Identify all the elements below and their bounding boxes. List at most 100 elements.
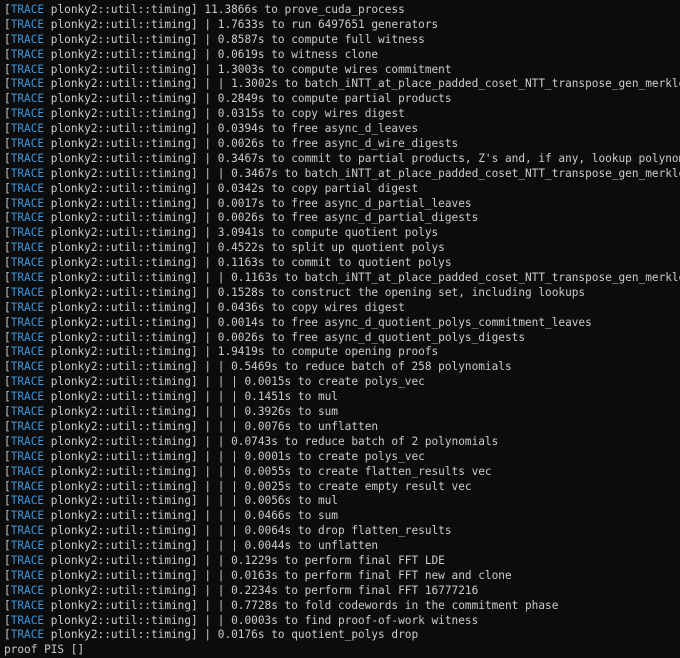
log-level: TRACE	[10, 271, 45, 285]
log-line: [TRACE plonky2::util::timing] | 0.0315s …	[4, 107, 680, 122]
log-level: TRACE	[10, 419, 45, 433]
bracket-close: ]	[191, 137, 205, 151]
separator	[44, 509, 51, 522]
log-level: TRACE	[10, 345, 45, 359]
log-level: TRACE	[10, 613, 45, 627]
log-target: plonky2::util::timing	[50, 241, 192, 255]
separator	[44, 539, 51, 552]
log-level: TRACE	[10, 151, 45, 165]
bracket-open: [	[4, 479, 11, 493]
bracket-open: [	[4, 285, 11, 299]
log-level: TRACE	[10, 77, 45, 91]
separator	[44, 152, 51, 165]
bracket-open: [	[4, 583, 11, 597]
log-line: [TRACE plonky2::util::timing] | | | 0.00…	[4, 480, 680, 495]
bracket-close: ]	[191, 285, 205, 299]
log-message: | | | 0.0056s to mul	[204, 494, 338, 508]
bracket-open: [	[4, 256, 11, 270]
log-target: plonky2::util::timing	[50, 553, 192, 567]
log-message: | | | 0.0001s to create polys_vec	[204, 449, 425, 463]
log-line: [TRACE plonky2::util::timing] | 1.7633s …	[4, 18, 680, 33]
log-level: TRACE	[10, 568, 45, 582]
log-level: TRACE	[10, 539, 45, 553]
log-message: | 0.2849s to compute partial products	[204, 92, 452, 106]
log-line: [TRACE plonky2::util::timing] | | | 0.00…	[4, 450, 680, 465]
bracket-close: ]	[191, 107, 205, 121]
bracket-open: [	[4, 17, 11, 31]
log-target: plonky2::util::timing	[50, 628, 192, 642]
log-line: [TRACE plonky2::util::timing] | | | 0.14…	[4, 390, 680, 405]
log-line: [TRACE plonky2::util::timing] | 1.9419s …	[4, 345, 680, 360]
bracket-close: ]	[191, 449, 205, 463]
log-target: plonky2::util::timing	[50, 62, 192, 76]
log-target: plonky2::util::timing	[50, 151, 192, 165]
log-line: [TRACE plonky2::util::timing] | | | 0.00…	[4, 375, 680, 390]
log-target: plonky2::util::timing	[50, 524, 192, 538]
log-target: plonky2::util::timing	[50, 315, 192, 329]
log-level: TRACE	[10, 32, 45, 46]
log-level: TRACE	[10, 509, 45, 523]
log-target: plonky2::util::timing	[50, 3, 192, 16]
bracket-open: [	[4, 151, 11, 165]
log-level: TRACE	[10, 107, 45, 121]
log-line: [TRACE plonky2::util::timing] | | 1.3002…	[4, 77, 680, 92]
separator	[44, 271, 51, 284]
bracket-open: [	[4, 47, 11, 61]
bracket-open: [	[4, 539, 11, 553]
log-line: [TRACE plonky2::util::timing] | | 0.0743…	[4, 435, 680, 450]
separator	[44, 122, 51, 135]
log-level: TRACE	[10, 583, 45, 597]
log-message: | 1.7633s to run 6497651 generators	[204, 17, 439, 31]
separator	[44, 197, 51, 210]
separator	[44, 48, 51, 61]
log-message: | | 0.7728s to fold codewords in the com…	[204, 598, 559, 612]
log-level: TRACE	[10, 3, 45, 16]
bracket-open: [	[4, 166, 11, 180]
log-target: plonky2::util::timing	[50, 375, 192, 389]
separator	[44, 524, 51, 537]
bracket-open: [	[4, 568, 11, 582]
bracket-open: [	[4, 211, 11, 225]
log-output: [TRACE plonky2::util::timing] 11.3866s t…	[4, 3, 680, 643]
terminal-window[interactable]: [TRACE plonky2::util::timing] 11.3866s t…	[0, 0, 680, 657]
log-line: [TRACE plonky2::util::timing] | 0.0394s …	[4, 122, 680, 137]
separator	[44, 628, 51, 641]
log-line: [TRACE plonky2::util::timing] | | | 0.04…	[4, 509, 680, 524]
log-line: [TRACE plonky2::util::timing] | | | 0.00…	[4, 465, 680, 480]
log-line: [TRACE plonky2::util::timing] | | | 0.00…	[4, 420, 680, 435]
bracket-open: [	[4, 122, 11, 136]
log-level: TRACE	[10, 330, 45, 344]
separator	[44, 405, 51, 418]
log-level: TRACE	[10, 211, 45, 225]
log-target: plonky2::util::timing	[50, 300, 192, 314]
log-level: TRACE	[10, 17, 45, 31]
log-message: | 0.0026s to free async_d_wire_digests	[204, 137, 459, 151]
bracket-open: [	[4, 181, 11, 195]
bracket-close: ]	[191, 553, 205, 567]
log-level: TRACE	[10, 62, 45, 76]
bracket-open: [	[4, 390, 11, 404]
separator	[44, 420, 51, 433]
bracket-open: [	[4, 464, 11, 478]
log-level: TRACE	[10, 181, 45, 195]
bracket-open: [	[4, 32, 11, 46]
log-level: TRACE	[10, 375, 45, 389]
log-level: TRACE	[10, 405, 45, 419]
log-line: [TRACE plonky2::util::timing] | 1.3003s …	[4, 63, 680, 78]
log-message: | | | 0.3926s to sum	[204, 405, 338, 419]
log-target: plonky2::util::timing	[50, 77, 192, 91]
bracket-close: ]	[191, 479, 205, 493]
bracket-open: [	[4, 419, 11, 433]
log-message: 11.3866s to prove_cuda_process	[204, 3, 405, 16]
log-message: | 0.0017s to free async_d_partial_leaves	[204, 196, 472, 210]
log-line: [TRACE plonky2::util::timing] | | 0.1163…	[4, 271, 680, 286]
log-target: plonky2::util::timing	[50, 107, 192, 121]
bracket-close: ]	[191, 583, 205, 597]
log-line: [TRACE plonky2::util::timing] | 0.0014s …	[4, 316, 680, 331]
log-target: plonky2::util::timing	[50, 256, 192, 270]
log-level: TRACE	[10, 479, 45, 493]
bracket-open: [	[4, 494, 11, 508]
separator	[44, 480, 51, 493]
log-level: TRACE	[10, 315, 45, 329]
separator	[44, 286, 51, 299]
